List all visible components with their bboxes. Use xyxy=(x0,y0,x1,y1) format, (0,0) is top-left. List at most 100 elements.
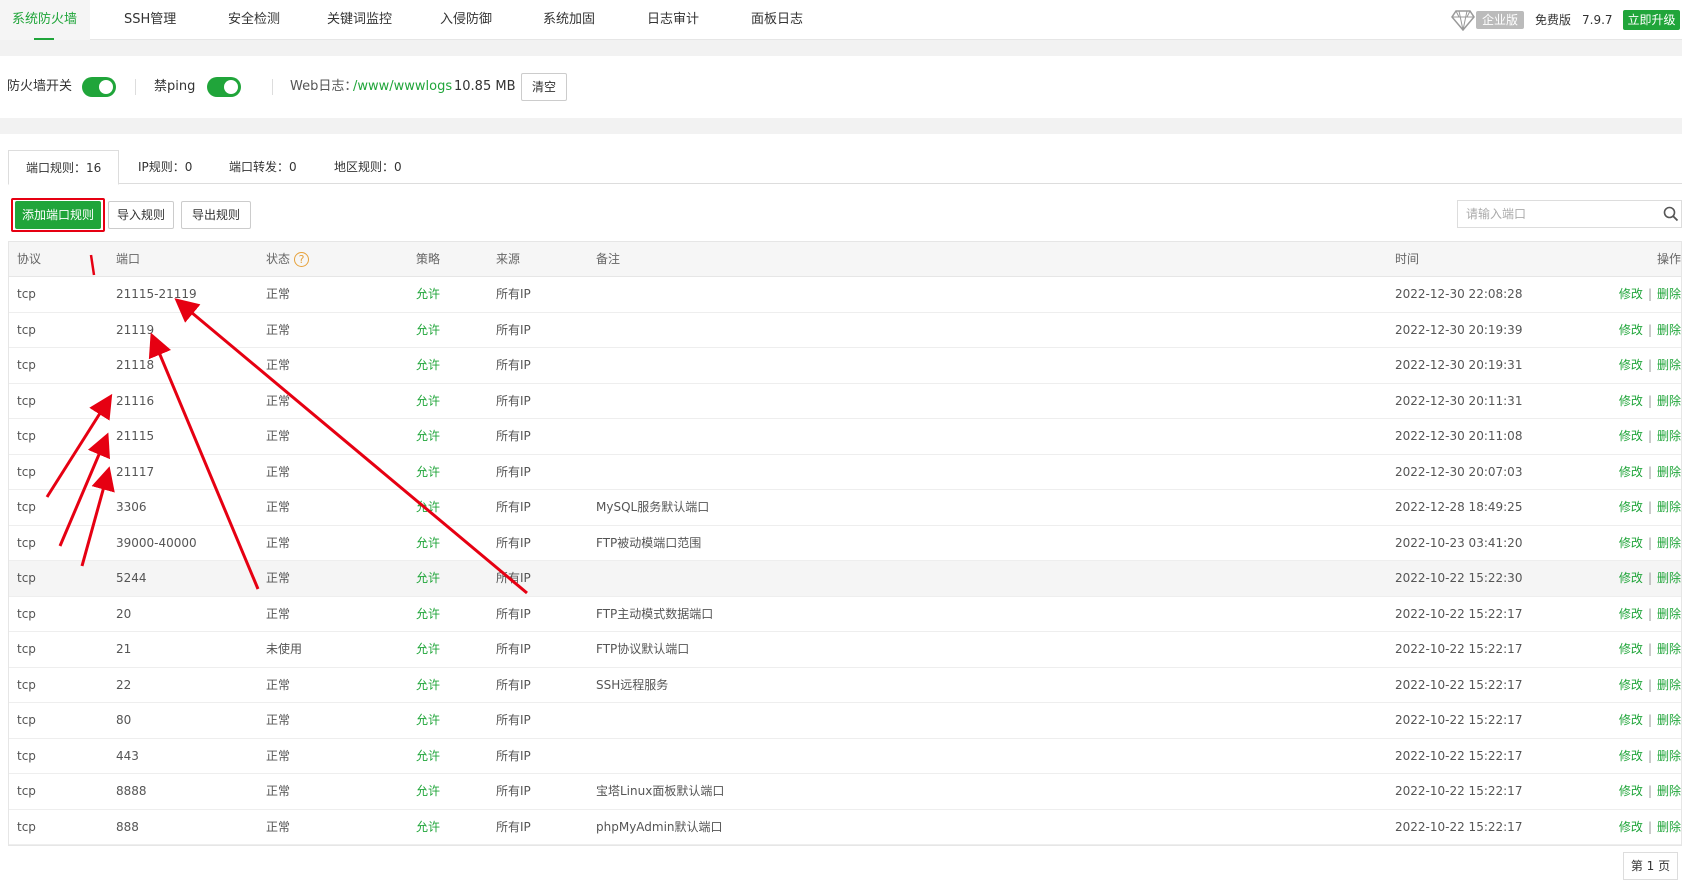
delete-rule-link[interactable]: 删除 xyxy=(1657,429,1681,443)
action-separator: | xyxy=(1647,393,1652,408)
cell-status: 正常 xyxy=(266,322,291,337)
edit-rule-link[interactable]: 修改 xyxy=(1619,678,1643,692)
cell-protocol: tcp xyxy=(17,748,36,763)
cell-policy: 允许 xyxy=(416,464,441,479)
cell-source: 所有IP xyxy=(496,606,531,621)
port-search-input[interactable] xyxy=(1458,201,1648,227)
tab-security-check[interactable]: 安全检测 xyxy=(228,0,280,40)
cell-time: 2022-10-22 15:22:17 xyxy=(1395,784,1523,798)
edit-rule-link[interactable]: 修改 xyxy=(1619,323,1643,337)
cell-source: 所有IP xyxy=(496,642,531,656)
version-label: 7.9.7 xyxy=(1582,13,1613,27)
tab-label: 系统防火墙 xyxy=(12,12,78,27)
tab-port-rules[interactable]: 端口规则：16 xyxy=(8,150,119,185)
tab-ssh[interactable]: SSH管理 xyxy=(124,0,176,40)
weblog-path-link[interactable]: /www/wwwlogs xyxy=(353,56,452,118)
ping-switch-label: 禁ping xyxy=(154,79,196,94)
edit-rule-link[interactable]: 修改 xyxy=(1619,287,1643,301)
edit-rule-link[interactable]: 修改 xyxy=(1619,642,1643,656)
cell-status: 正常 xyxy=(266,429,291,443)
cell-actions: 修改 | 删除 xyxy=(1619,348,1681,383)
cell-policy: 允许 xyxy=(416,500,441,514)
help-icon[interactable]: ? xyxy=(294,252,310,267)
cell-status: 正常 xyxy=(266,713,291,727)
cell-status: 正常 xyxy=(266,571,291,585)
col-source: 来源 xyxy=(496,252,521,266)
tab-system-hardening[interactable]: 系统加固 xyxy=(543,0,595,40)
delete-rule-link[interactable]: 删除 xyxy=(1657,287,1681,301)
table-body: tcp 21115-21119 正常 允许 所有IP 2022-12-30 22:08:2… xyxy=(9,277,1681,845)
firewall-controls-panel: 防火墙开关 禁ping Web日志： /www/wwwlogs 10.85 MB… xyxy=(0,56,1682,118)
ping-toggle[interactable] xyxy=(207,77,241,97)
cell-protocol: tcp xyxy=(17,784,36,798)
edit-rule-link[interactable]: 修改 xyxy=(1619,358,1643,372)
table-row: tcp 888 正常 允许 所有IP phpMyAdmin默认端口 2022-10-22 1… xyxy=(9,809,1681,845)
delete-rule-link[interactable]: 删除 xyxy=(1657,607,1681,621)
edit-rule-link[interactable]: 修改 xyxy=(1619,429,1643,443)
cell-actions: 修改 | 删除 xyxy=(1619,703,1681,738)
cell-policy: 允许 xyxy=(416,571,441,585)
edit-rule-link[interactable]: 修改 xyxy=(1619,536,1643,550)
cell-status: 正常 xyxy=(266,287,291,301)
delete-rule-link[interactable]: 删除 xyxy=(1657,713,1681,727)
edit-rule-link[interactable]: 修改 xyxy=(1619,820,1643,834)
firewall-toggle[interactable] xyxy=(82,77,116,97)
upgrade-button[interactable]: 立即升级 xyxy=(1623,10,1680,30)
tab-ip-rules[interactable]: IP规则：0 xyxy=(138,150,192,184)
tab-port-forward[interactable]: 端口转发：0 xyxy=(229,150,297,184)
table-row: tcp 21 未使用 允许 所有IP FTP协议默认端口 2022-10-22 15:22:… xyxy=(9,632,1681,668)
cell-time: 2022-10-23 03:41:20 xyxy=(1395,535,1523,550)
cell-status: 正常 xyxy=(266,819,291,834)
delete-rule-link[interactable]: 删除 xyxy=(1657,358,1681,372)
action-separator: | xyxy=(1647,748,1652,763)
delete-rule-link[interactable]: 删除 xyxy=(1657,642,1681,656)
tab-panel-log[interactable]: 面板日志 xyxy=(751,0,803,40)
tab-label: 地区规则：0 xyxy=(334,160,402,174)
tab-system-firewall[interactable]: 系统防火墙 xyxy=(0,0,90,40)
delete-rule-link[interactable]: 删除 xyxy=(1657,536,1681,550)
cell-protocol: tcp xyxy=(17,606,36,621)
edit-rule-link[interactable]: 修改 xyxy=(1619,394,1643,408)
cell-time: 2022-10-22 15:22:17 xyxy=(1395,819,1523,834)
cell-time: 2022-12-28 18:49:25 xyxy=(1395,500,1523,514)
tab-log-audit[interactable]: 日志审计 xyxy=(647,0,699,40)
edit-rule-link[interactable]: 修改 xyxy=(1619,749,1643,763)
edit-rule-link[interactable]: 修改 xyxy=(1619,607,1643,621)
tab-label: 面板日志 xyxy=(751,12,804,27)
enterprise-badge[interactable]: 企业版 xyxy=(1476,11,1525,29)
delete-rule-link[interactable]: 删除 xyxy=(1657,784,1681,798)
edit-rule-link[interactable]: 修改 xyxy=(1619,500,1643,514)
cell-port: 21115-21119 xyxy=(116,287,197,301)
delete-rule-link[interactable]: 删除 xyxy=(1657,465,1681,479)
tab-label: 安全检测 xyxy=(228,12,281,27)
cell-actions: 修改 | 删除 xyxy=(1619,277,1681,312)
tab-keyword-monitor[interactable]: 关键词监控 xyxy=(327,0,392,40)
cell-actions: 修改 | 删除 xyxy=(1619,632,1681,667)
edit-rule-link[interactable]: 修改 xyxy=(1619,571,1643,585)
weblog-label: Web日志： xyxy=(290,79,358,94)
delete-rule-link[interactable]: 删除 xyxy=(1657,749,1681,763)
delete-rule-link[interactable]: 删除 xyxy=(1657,820,1681,834)
export-rules-button[interactable]: 导出规则 xyxy=(181,201,251,229)
pagination-current-page[interactable]: 第 1 页 xyxy=(1623,852,1678,880)
cell-port: 443 xyxy=(116,748,139,763)
cell-protocol: tcp xyxy=(17,287,36,301)
clear-log-button[interactable]: 清空 xyxy=(521,73,567,101)
col-status: 状态? xyxy=(266,242,310,277)
col-port: 端口 xyxy=(116,252,141,266)
edit-rule-link[interactable]: 修改 xyxy=(1619,713,1643,727)
edit-rule-link[interactable]: 修改 xyxy=(1619,784,1643,798)
tab-intrusion-defense[interactable]: 入侵防御 xyxy=(440,0,492,40)
edit-rule-link[interactable]: 修改 xyxy=(1619,465,1643,479)
search-icon[interactable] xyxy=(1663,206,1679,222)
cell-actions: 修改 | 删除 xyxy=(1619,668,1681,703)
delete-rule-link[interactable]: 删除 xyxy=(1657,678,1681,692)
import-rules-button[interactable]: 导入规则 xyxy=(108,201,174,229)
delete-rule-link[interactable]: 删除 xyxy=(1657,500,1681,514)
delete-rule-link[interactable]: 删除 xyxy=(1657,323,1681,337)
cell-time: 2022-12-30 20:11:31 xyxy=(1395,393,1523,408)
delete-rule-link[interactable]: 删除 xyxy=(1657,394,1681,408)
cell-note: 宝塔Linux面板默认端口 xyxy=(596,784,725,798)
delete-rule-link[interactable]: 删除 xyxy=(1657,571,1681,585)
tab-region-rules[interactable]: 地区规则：0 xyxy=(334,150,402,184)
